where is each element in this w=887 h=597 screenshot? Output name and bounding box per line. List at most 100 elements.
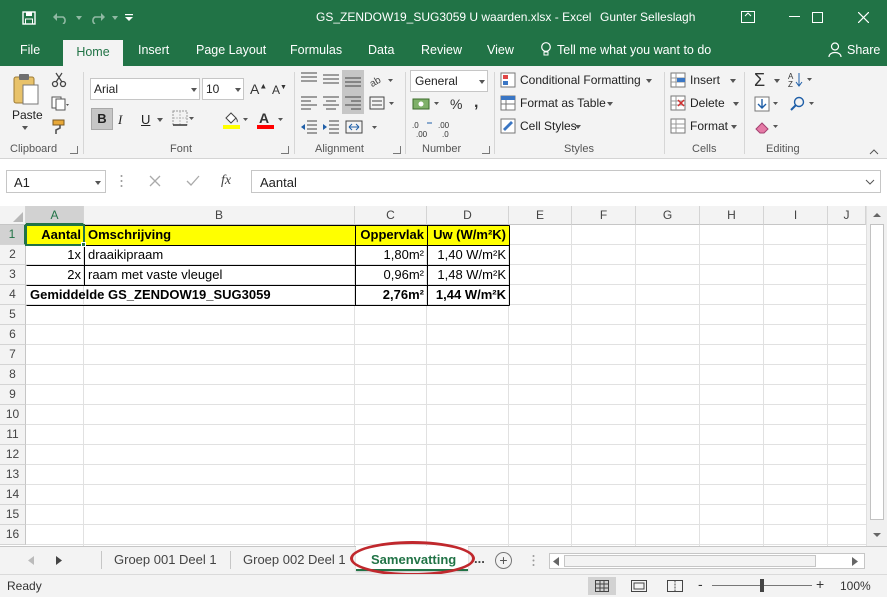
font-size-dropdown[interactable]: 10 — [202, 78, 244, 100]
cell-d2[interactable]: 1,40 W/m²K — [428, 245, 509, 265]
scroll-right-icon[interactable] — [852, 557, 858, 566]
page-layout-view-icon[interactable] — [631, 580, 647, 595]
top-align-icon[interactable] — [300, 72, 318, 89]
merge-center-icon[interactable] — [345, 120, 381, 139]
horizontal-scroll-thumb[interactable] — [564, 555, 816, 567]
number-format-dropdown[interactable]: General — [410, 70, 488, 92]
increase-indent-icon[interactable] — [322, 120, 340, 137]
vertical-scroll-thumb[interactable] — [870, 224, 884, 520]
cell-a1[interactable]: Aantal — [27, 225, 84, 245]
insert-button[interactable]: Insert — [690, 73, 720, 87]
save-icon[interactable] — [18, 8, 40, 28]
format-button[interactable]: Format — [690, 119, 728, 133]
comma-style-icon[interactable]: , — [474, 94, 478, 112]
bold-button[interactable]: B — [91, 108, 113, 130]
tab-page-layout[interactable]: Page Layout — [196, 42, 266, 66]
percent-style-icon[interactable]: % — [450, 96, 462, 112]
cell-b3[interactable]: raam met vaste vleugel — [85, 265, 355, 285]
undo-dropdown-icon[interactable] — [74, 8, 84, 28]
cell-d1[interactable]: Uw (W/m²K) — [428, 225, 509, 245]
tab-split-grip-icon[interactable] — [532, 554, 535, 570]
format-cells-icon[interactable] — [670, 118, 686, 137]
page-break-preview-icon[interactable] — [667, 580, 683, 595]
cell-d3[interactable]: 1,48 W/m²K — [428, 265, 509, 285]
collapse-ribbon-icon[interactable] — [869, 144, 879, 158]
cancel-icon[interactable] — [149, 175, 161, 190]
zoom-in-button[interactable]: + — [816, 576, 824, 592]
scroll-tabs-right-icon[interactable] — [56, 556, 62, 565]
insert-cells-icon[interactable] — [670, 72, 686, 91]
font-launcher-icon[interactable] — [281, 146, 289, 154]
enter-icon[interactable] — [186, 175, 200, 190]
scroll-up-icon[interactable] — [873, 212, 881, 218]
number-launcher-icon[interactable] — [482, 146, 490, 154]
wrap-text-icon[interactable] — [369, 96, 397, 115]
paste-label[interactable]: Paste — [12, 108, 43, 122]
cut-icon[interactable] — [51, 72, 67, 91]
sort-filter-icon[interactable]: AZ — [788, 72, 816, 91]
customize-qat-icon[interactable] — [122, 8, 136, 28]
format-as-table-button[interactable]: Format as Table — [520, 96, 606, 110]
cell-styles-icon[interactable] — [500, 118, 516, 137]
conditional-formatting-button[interactable]: Conditional Formatting — [520, 73, 641, 87]
tab-formulas[interactable]: Formulas — [290, 42, 342, 66]
tab-view[interactable]: View — [487, 42, 514, 66]
cell-a4[interactable]: Gemiddelde GS_ZENDOW19_SUG3059 — [27, 285, 355, 305]
close-icon[interactable] — [840, 0, 886, 34]
scroll-down-icon[interactable] — [873, 532, 881, 538]
redo-dropdown-icon[interactable] — [110, 8, 120, 28]
clear-icon[interactable] — [754, 119, 782, 138]
scroll-tabs-left-icon[interactable] — [28, 556, 34, 565]
normal-view-icon[interactable] — [588, 577, 616, 595]
delete-cells-icon[interactable] — [670, 95, 686, 114]
find-select-icon[interactable] — [790, 96, 818, 115]
paste-dropdown-icon[interactable] — [22, 126, 28, 130]
autosum-icon[interactable]: Σ — [754, 70, 765, 91]
zoom-level[interactable]: 100% — [840, 579, 871, 593]
worksheet-grid[interactable]: ABCDEFGHIJ 1 2 3 4 5 6 7 8 9 10 11 12 13 14 15 16 Aanta… — [0, 206, 887, 546]
tell-me-box[interactable]: Tell me what you want to do — [540, 42, 711, 66]
copy-icon[interactable] — [51, 96, 69, 114]
fill-icon[interactable] — [754, 96, 782, 115]
tab-insert[interactable]: Insert — [138, 42, 169, 66]
increase-font-size-icon[interactable]: A▲ — [250, 81, 267, 97]
delete-button[interactable]: Delete — [690, 96, 725, 110]
name-box[interactable]: A1 — [6, 170, 106, 193]
decrease-font-size-icon[interactable]: A▼ — [272, 83, 287, 97]
paste-icon[interactable] — [12, 73, 40, 110]
cell-a2[interactable]: 1x — [27, 245, 84, 265]
font-name-dropdown[interactable]: Arial — [90, 78, 200, 100]
format-as-table-icon[interactable] — [500, 95, 516, 114]
vertical-scrollbar[interactable] — [866, 206, 887, 546]
conditional-formatting-icon[interactable] — [500, 72, 516, 91]
decrease-indent-icon[interactable] — [300, 120, 318, 137]
more-sheets-indicator[interactable]: ... — [474, 550, 485, 570]
underline-dropdown-icon[interactable] — [157, 118, 163, 122]
format-painter-icon[interactable] — [51, 119, 67, 138]
middle-align-icon[interactable] — [322, 72, 340, 89]
cell-c4[interactable]: 2,76m² — [356, 285, 427, 305]
maximize-icon[interactable] — [794, 0, 840, 34]
font-color-icon[interactable]: A — [256, 110, 284, 133]
align-left-icon[interactable] — [300, 96, 318, 113]
cell-b1[interactable]: Omschrijving — [85, 225, 355, 245]
cell-c2[interactable]: 1,80m² — [356, 245, 427, 265]
align-center-icon[interactable] — [322, 96, 340, 113]
insert-function-button[interactable]: fx — [221, 173, 231, 189]
alignment-launcher-icon[interactable] — [393, 146, 401, 154]
accounting-format-icon[interactable] — [412, 96, 444, 115]
italic-button[interactable]: I — [118, 112, 122, 128]
decrease-decimal-icon[interactable]: .00.0 — [438, 120, 460, 141]
fill-color-icon[interactable] — [222, 110, 248, 133]
horizontal-scrollbar[interactable] — [549, 553, 865, 569]
scroll-left-icon[interactable] — [553, 557, 559, 566]
new-sheet-button[interactable]: + — [495, 552, 512, 569]
increase-decimal-icon[interactable]: .0.00 — [412, 120, 434, 141]
share-button[interactable]: Share — [828, 42, 880, 66]
underline-button[interactable]: U — [141, 112, 150, 127]
cell-c3[interactable]: 0,96m² — [356, 265, 427, 285]
cell-d4[interactable]: 1,44 W/m²K — [428, 285, 509, 305]
align-right-icon[interactable] — [342, 92, 364, 114]
tab-home[interactable]: Home — [63, 40, 123, 66]
cell-b2[interactable]: draaikipraam — [85, 245, 355, 265]
